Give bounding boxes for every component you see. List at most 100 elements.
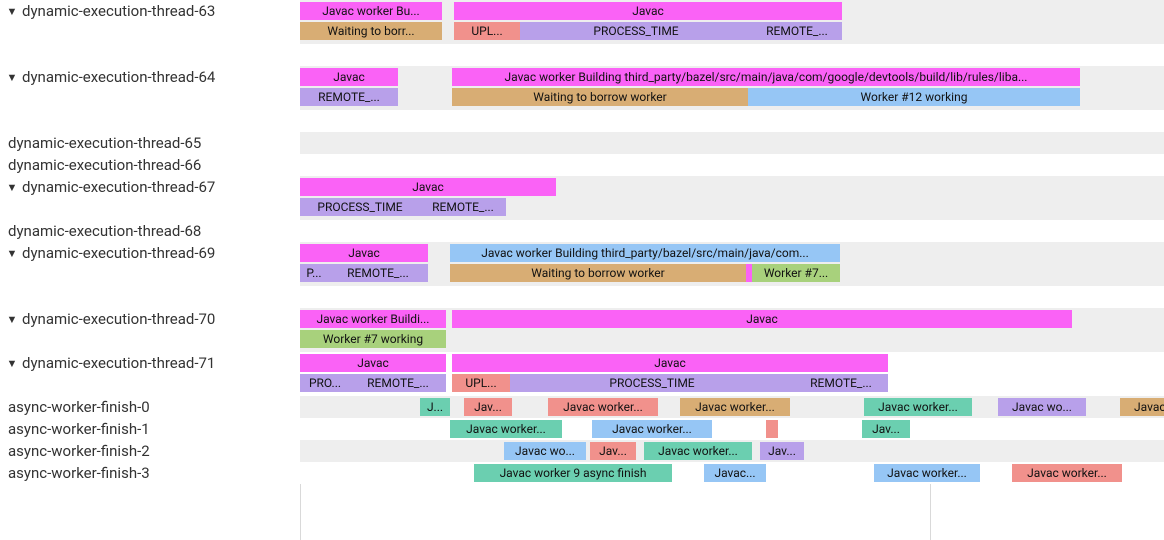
- trace-slice[interactable]: PRO...: [300, 374, 350, 392]
- thread-label[interactable]: dynamic-execution-thread-66: [0, 154, 300, 176]
- chevron-down-icon[interactable]: ▼: [4, 247, 20, 260]
- thread-row[interactable]: dynamic-execution-thread-68: [0, 220, 1164, 242]
- trace-slice[interactable]: REMOTE_...: [420, 198, 506, 216]
- thread-label[interactable]: async-worker-finish-2: [0, 440, 300, 462]
- thread-row[interactable]: async-worker-finish-1Javac worker...Java…: [0, 418, 1164, 440]
- trace-slice[interactable]: Javac: [300, 244, 428, 262]
- thread-timeline[interactable]: [300, 220, 1164, 242]
- thread-timeline[interactable]: Javac Javac worker Building third_party/b…: [300, 242, 1164, 286]
- chevron-down-icon[interactable]: ▼: [4, 181, 20, 194]
- thread-timeline[interactable]: [300, 154, 1164, 176]
- trace-slice[interactable]: Javac worker Building third_party/bazel/…: [452, 68, 1080, 86]
- trace-slice[interactable]: REMOTE_...: [300, 88, 398, 106]
- trace-slice[interactable]: Jav...: [760, 442, 804, 460]
- thread-row[interactable]: dynamic-execution-thread-65: [0, 132, 1164, 154]
- trace-slice[interactable]: Javac worker...: [592, 420, 712, 438]
- trace-slice[interactable]: UPL...: [454, 22, 520, 40]
- thread-timeline[interactable]: Javac worker Bu... Javac Waiting to borr..…: [300, 0, 1164, 44]
- thread-row[interactable]: ▼dynamic-execution-thread-70Javac worker…: [0, 308, 1164, 352]
- trace-slice[interactable]: Javac worker...: [644, 442, 752, 460]
- thread-label[interactable]: ▼dynamic-execution-thread-67: [0, 176, 300, 198]
- thread-row[interactable]: async-worker-finish-0 J... Jav... Javac wor…: [0, 396, 1164, 418]
- thread-label[interactable]: ▼dynamic-execution-thread-63: [0, 0, 300, 22]
- thread-row[interactable]: dynamic-execution-thread-66: [0, 154, 1164, 176]
- thread-timeline[interactable]: Javac wo...Jav...Javac worker...Jav...: [300, 440, 1164, 462]
- trace-slice[interactable]: Javac: [454, 2, 842, 20]
- trace-slice[interactable]: [766, 420, 778, 438]
- trace-slice[interactable]: Javac worker...: [450, 420, 562, 438]
- thread-timeline[interactable]: JavacJavacPRO...REMOTE_...UPL...PROCESS_…: [300, 352, 1164, 396]
- trace-slice[interactable]: Javac worker...: [874, 464, 980, 482]
- trace-slice[interactable]: Worker #7 working: [300, 330, 446, 348]
- thread-row[interactable]: ▼dynamic-execution-thread-63Javac worker…: [0, 0, 1164, 44]
- trace-slice[interactable]: Jav...: [590, 442, 636, 460]
- trace-slice[interactable]: Waiting to borrow worker: [450, 264, 746, 282]
- trace-slice[interactable]: P...: [300, 264, 328, 282]
- trace-slice[interactable]: REMOTE_...: [328, 264, 428, 282]
- chevron-down-icon[interactable]: ▼: [4, 357, 20, 370]
- thread-name: dynamic-execution-thread-66: [8, 156, 201, 174]
- thread-row[interactable]: ▼dynamic-execution-thread-64JavacJavac w…: [0, 66, 1164, 110]
- trace-slice[interactable]: REMOTE_...: [350, 374, 446, 392]
- trace-slice[interactable]: Waiting to borr...: [300, 22, 442, 40]
- trace-slice[interactable]: Javac...: [704, 464, 766, 482]
- thread-label[interactable]: ▼dynamic-execution-thread-64: [0, 66, 300, 88]
- thread-timeline[interactable]: [300, 132, 1164, 154]
- thread-timeline[interactable]: Javac worker... Javac worker... Jav...: [300, 418, 1164, 440]
- thread-label[interactable]: ▼dynamic-execution-thread-71: [0, 352, 300, 374]
- thread-timeline[interactable]: J... Jav... Javac worker... Javac worker...…: [300, 396, 1164, 418]
- thread-label[interactable]: async-worker-finish-3: [0, 462, 300, 484]
- thread-name: dynamic-execution-thread-68: [8, 222, 201, 240]
- thread-label[interactable]: ▼dynamic-execution-thread-70: [0, 308, 300, 330]
- thread-label[interactable]: ▼dynamic-execution-thread-69: [0, 242, 300, 264]
- trace-slice[interactable]: Javac wo...: [1120, 398, 1164, 416]
- trace-slice[interactable]: Javac worker...: [548, 398, 658, 416]
- trace-slice[interactable]: UPL...: [452, 374, 510, 392]
- thread-name: dynamic-execution-thread-64: [22, 68, 215, 86]
- thread-row[interactable]: ▼dynamic-execution-thread-69Javac Javac w…: [0, 242, 1164, 286]
- trace-slice[interactable]: Javac: [300, 178, 556, 196]
- thread-row[interactable]: ▼dynamic-execution-thread-71JavacJavacPR…: [0, 352, 1164, 396]
- trace-slice[interactable]: Waiting to borrow worker: [452, 88, 748, 106]
- trace-viewer[interactable]: ▼dynamic-execution-thread-63Javac worker…: [0, 0, 1164, 540]
- trace-slice[interactable]: Javac worker...: [1012, 464, 1122, 482]
- trace-slice[interactable]: Javac worker 9 async finish: [474, 464, 672, 482]
- trace-slice[interactable]: Javac wo...: [504, 442, 586, 460]
- thread-label[interactable]: dynamic-execution-thread-68: [0, 220, 300, 242]
- trace-slice[interactable]: Jav...: [862, 420, 910, 438]
- trace-slice[interactable]: Javac worker...: [680, 398, 790, 416]
- trace-slice[interactable]: Javac worker...: [864, 398, 972, 416]
- thread-row[interactable]: ▼dynamic-execution-thread-67Javac PROCESS…: [0, 176, 1164, 220]
- trace-slice[interactable]: Javac: [452, 310, 1072, 328]
- trace-slice[interactable]: PROCESS_TIME: [520, 22, 752, 40]
- thread-timeline[interactable]: Javac Javac worker Building third_party/b…: [300, 66, 1164, 110]
- trace-slice[interactable]: Javac wo...: [998, 398, 1086, 416]
- thread-label[interactable]: async-worker-finish-1: [0, 418, 300, 440]
- trace-slice[interactable]: Javac: [300, 68, 398, 86]
- trace-slice[interactable]: Javac worker Building third_party/bazel/…: [450, 244, 840, 262]
- trace-slice[interactable]: Jav...: [464, 398, 512, 416]
- thread-label[interactable]: dynamic-execution-thread-65: [0, 132, 300, 154]
- chevron-down-icon[interactable]: ▼: [4, 313, 20, 326]
- thread-row[interactable]: async-worker-finish-2Javac wo...Jav...Ja…: [0, 440, 1164, 462]
- chevron-down-icon[interactable]: ▼: [4, 71, 20, 84]
- thread-timeline[interactable]: Javac worker Buildi... Javac Worker #7 wor…: [300, 308, 1164, 352]
- thread-name: dynamic-execution-thread-65: [8, 134, 201, 152]
- trace-slice[interactable]: Worker #12 working: [748, 88, 1080, 106]
- thread-label[interactable]: async-worker-finish-0: [0, 396, 300, 418]
- thread-timeline[interactable]: Javac PROCESS_TIMEREMOTE_...: [300, 176, 1164, 220]
- trace-slice[interactable]: Javac: [452, 354, 888, 372]
- trace-slice[interactable]: Javac: [300, 354, 446, 372]
- thread-timeline[interactable]: Javac worker 9 async finish Javac... Javac…: [300, 462, 1164, 484]
- chevron-down-icon[interactable]: ▼: [4, 5, 20, 18]
- trace-slice[interactable]: REMOTE_...: [794, 374, 888, 392]
- trace-slice[interactable]: PROCESS_TIME: [300, 198, 420, 216]
- trace-slice[interactable]: J...: [420, 398, 450, 416]
- trace-slice[interactable]: REMOTE_...: [752, 22, 842, 40]
- trace-slice[interactable]: Javac worker Bu...: [300, 2, 442, 20]
- thread-row[interactable]: async-worker-finish-3Javac worker 9 asyn…: [0, 462, 1164, 484]
- trace-slice[interactable]: Worker #7...: [752, 264, 840, 282]
- trace-slice[interactable]: Javac worker Buildi...: [300, 310, 446, 328]
- thread-name: async-worker-finish-0: [8, 398, 150, 416]
- trace-slice[interactable]: PROCESS_TIME: [510, 374, 794, 392]
